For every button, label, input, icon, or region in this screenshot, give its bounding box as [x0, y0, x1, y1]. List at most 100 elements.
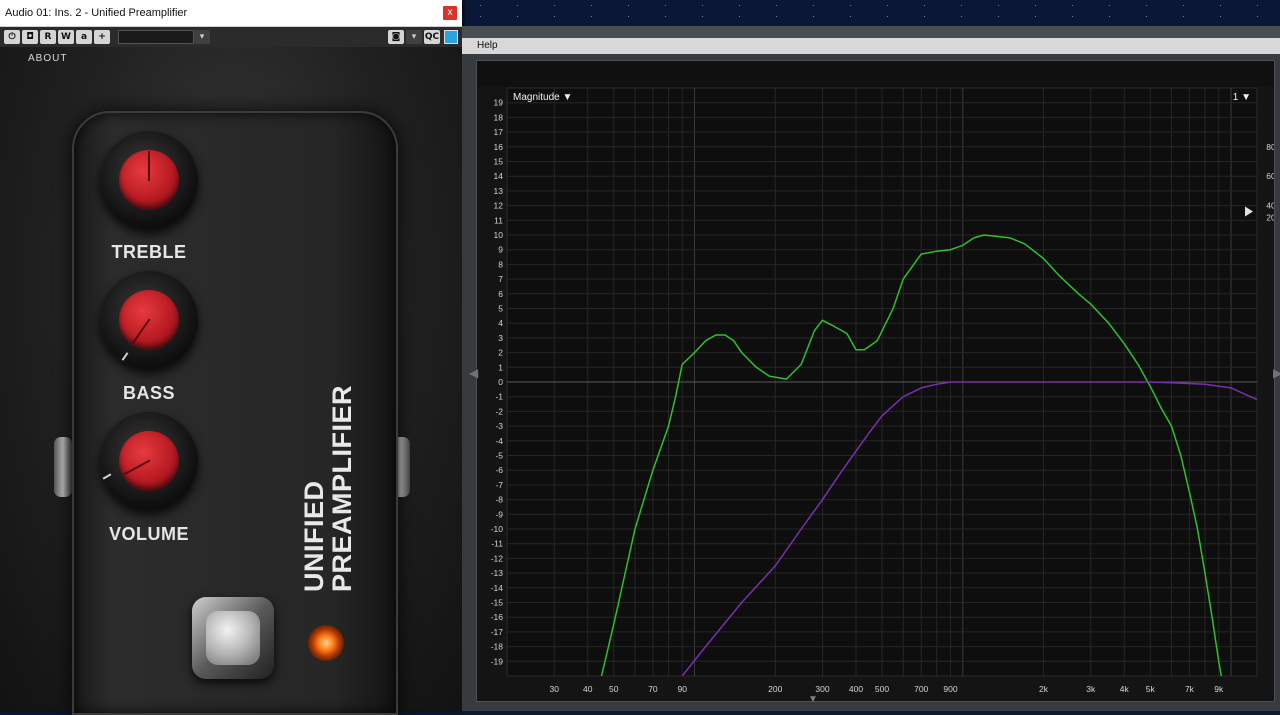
x-tick-label: 7k [1185, 684, 1195, 694]
brand-line-unified: UNIFIED [299, 480, 329, 593]
volume-knob[interactable] [100, 412, 198, 510]
y-tick-label: 7 [498, 274, 503, 284]
bass-knob[interactable] [100, 271, 198, 369]
plugin-title: Audio 01: Ins. 2 - Unified Preamplifier [5, 7, 188, 19]
y-tick-label: -5 [495, 451, 503, 461]
x-tick-label: 300 [815, 684, 829, 694]
y-tick-label: 14 [494, 171, 504, 181]
y-tick-label: -2 [495, 406, 503, 416]
close-button[interactable]: x [443, 6, 457, 20]
y-tick-label: 15 [494, 157, 504, 167]
x-tick-label: 4k [1120, 684, 1130, 694]
analyzer-window: Help 19 18 17 16 15 14 13 12 11 10 9 8 7 6 5 4 3 2 1 0 -1 -2-… [462, 26, 1280, 711]
magnitude-chart: 191817161514131211109876543210-1-2-3-4-5… [491, 87, 1274, 694]
window-top-strip [462, 26, 1280, 38]
right-tick-label: 40 [1266, 201, 1274, 211]
y-tick-label: 10 [494, 230, 504, 240]
bass-label: BASS [122, 383, 175, 403]
y-tick-label: -7 [495, 480, 503, 490]
camera-icon[interactable]: ◙ [388, 30, 404, 44]
y-tick-label: 6 [498, 289, 503, 299]
y-tick-label: 9 [498, 245, 503, 255]
y-tick-label: 8 [498, 259, 503, 269]
x-tick-label: 90 [677, 684, 687, 694]
y-tick-label: 17 [494, 127, 504, 137]
x-tick-label: 400 [849, 684, 863, 694]
y-tick-label: 4 [498, 318, 503, 328]
right-tick-label: 20 [1266, 212, 1274, 222]
plugin-body: ABOUT TREBLE BASS VOLUME UNIFIED PREAMPL… [0, 47, 462, 715]
treble-knob[interactable] [100, 131, 198, 229]
collapse-right-icon[interactable]: ▶ [1273, 366, 1280, 380]
y-tick-label: 13 [494, 186, 504, 196]
x-tick-label: 9k [1214, 684, 1224, 694]
y-tick-label: -4 [495, 436, 503, 446]
y-tick-label: -9 [495, 509, 503, 519]
channel-color-swatch[interactable] [444, 30, 458, 44]
write-automation-button[interactable]: W [58, 30, 74, 44]
desktop-wallpaper-strip [462, 0, 1280, 26]
preset-dropdown-button[interactable]: ▾ [194, 30, 210, 44]
plugin-toolbar: ⏻ ◘ R W a + ▾ ◙ ▾ QC [0, 27, 462, 48]
y-tick-label: -1 [495, 392, 503, 402]
x-tick-label: 500 [875, 684, 889, 694]
menu-help[interactable]: Help [477, 40, 498, 51]
y-tick-label: -3 [495, 421, 503, 431]
y-tick-label: 16 [494, 142, 504, 152]
y-tick-label: -14 [491, 583, 504, 593]
channel-dropdown[interactable]: 1 ▼ [1233, 92, 1251, 103]
y-tick-label: -18 [491, 642, 504, 652]
footswitch-cap [206, 611, 260, 665]
add-button[interactable]: + [94, 30, 110, 44]
x-tick-label: 3k [1086, 684, 1096, 694]
input-jack-left [54, 437, 72, 497]
collapse-left-icon[interactable]: ◀ [469, 366, 478, 380]
x-tick-label: 900 [943, 684, 957, 694]
footswitch[interactable] [192, 597, 274, 679]
y-tick-label: 1 [498, 362, 503, 372]
x-tick-label: 5k [1146, 684, 1156, 694]
x-tick-label: 30 [550, 684, 560, 694]
options-dropdown-button[interactable]: ▾ [406, 30, 422, 44]
display-mode-dropdown[interactable]: Magnitude ▼ [513, 92, 572, 103]
analyzer-frame: 19 18 17 16 15 14 13 12 11 10 9 8 7 6 5 4 3 2 1 0 -1 -2 -3 -4 -5… [476, 60, 1275, 702]
x-tick-label: 200 [768, 684, 782, 694]
right-tick-label: 80 [1266, 142, 1274, 152]
read-automation-button[interactable]: R [40, 30, 56, 44]
y-tick-label: -8 [495, 495, 503, 505]
y-tick-label: 5 [498, 304, 503, 314]
x-tick-label: 700 [914, 684, 928, 694]
x-tick-label: 50 [609, 684, 619, 694]
y-tick-label: -17 [491, 627, 504, 637]
x-tick-label: 2k [1039, 684, 1049, 694]
treble-knob-pointer [148, 151, 150, 181]
volume-label: VOLUME [108, 524, 189, 544]
status-led [308, 625, 344, 661]
x-tick-label: 40 [583, 684, 593, 694]
compare-button[interactable]: a [76, 30, 92, 44]
y-tick-label: -13 [491, 568, 504, 578]
treble-label: TREBLE [111, 242, 187, 262]
y-tick-label: 0 [498, 377, 503, 387]
y-tick-label: -10 [491, 524, 504, 534]
bypass-button[interactable]: ◘ [22, 30, 38, 44]
y-tick-label: 2 [498, 348, 503, 358]
brand-text: UNIFIED PREAMPLIFIER [299, 384, 357, 593]
y-tick-label: -11 [491, 539, 503, 549]
y-tick-label: 19 [494, 98, 504, 108]
preset-field[interactable] [118, 30, 194, 44]
y-tick-label: 12 [494, 201, 504, 211]
about-link[interactable]: ABOUT [28, 53, 67, 64]
y-tick-label: 3 [498, 333, 503, 343]
brand-line-preamplifier: PREAMPLIFIER [327, 384, 357, 592]
y-tick-label: -12 [491, 553, 504, 563]
y-tick-label: -19 [491, 656, 504, 666]
collapse-bottom-icon[interactable]: ▼ [808, 694, 818, 705]
power-button[interactable]: ⏻ [4, 30, 20, 44]
right-tick-label: 60 [1266, 171, 1274, 181]
y-tick-label: -15 [491, 598, 504, 608]
y-tick-label: 18 [494, 112, 504, 122]
menu-bar: Help [462, 38, 1280, 54]
quick-controls-button[interactable]: QC [424, 30, 440, 44]
plugin-titlebar[interactable]: Audio 01: Ins. 2 - Unified Preamplifier … [0, 0, 462, 27]
